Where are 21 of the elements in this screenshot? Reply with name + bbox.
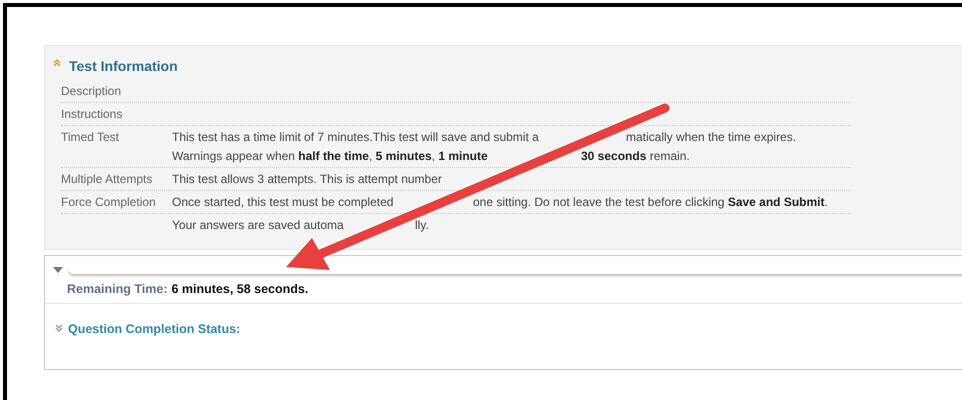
collapse-triangle-icon[interactable] (53, 267, 63, 273)
info-text: Warnings appear when half the time, 5 minutes, 1 minute (172, 149, 488, 163)
info-text: matically when the time expires. (626, 130, 796, 144)
expand-icon[interactable] (55, 324, 63, 332)
section-title[interactable]: Question Completion Status: (68, 322, 240, 336)
collapse-icon[interactable] (53, 59, 61, 67)
info-text: Once started, this test must be completed (172, 195, 394, 209)
info-text: one sitting. Do not leave the test before clicking Save and Submit. (473, 195, 828, 209)
info-text: This test allows 3 attempts. This is attempt number (172, 172, 442, 186)
info-text: Your answers are saved automa (172, 218, 344, 232)
row-label: Timed Test (61, 129, 120, 146)
row-label: Multiple Attempts (61, 171, 154, 188)
info-text: 30 seconds remain. (581, 149, 690, 163)
info-text: This test has a time limit of 7 minutes.This test will save and submit a (172, 130, 539, 144)
row-label: Force Completion (61, 194, 157, 211)
remaining-time-value: 6 minutes, 58 seconds. (171, 282, 308, 296)
section-title[interactable]: Test Information (69, 58, 178, 74)
remaining-time-label: Remaining Time: (67, 282, 168, 296)
row-label: Description (61, 83, 122, 100)
info-text: lly. (415, 218, 429, 232)
row-label: Instructions (61, 106, 124, 123)
